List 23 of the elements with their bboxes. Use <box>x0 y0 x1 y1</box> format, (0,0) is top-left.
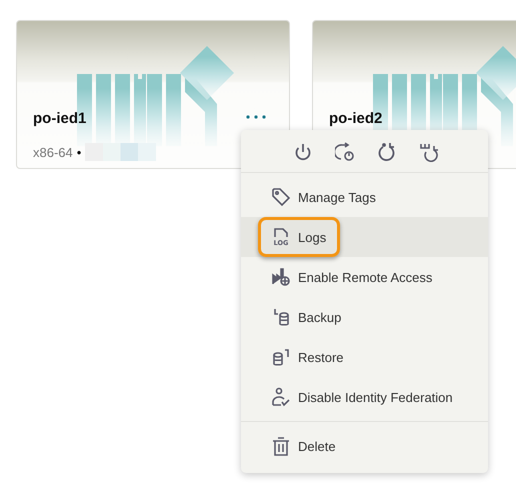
tag-icon <box>271 187 291 207</box>
menu-item[interactable]: Enable Remote Access <box>241 257 488 297</box>
factory-globe-icon <box>271 267 291 287</box>
restart-icon[interactable] <box>334 141 354 163</box>
separator-dot: • <box>76 144 82 160</box>
menu-item[interactable]: Manage Tags <box>241 177 488 217</box>
menu-item[interactable]: Disable Identity Federation <box>241 377 488 417</box>
more-options-icon[interactable] <box>245 114 267 120</box>
menu-item[interactable]: Backup <box>241 297 488 337</box>
redacted-address <box>85 143 156 161</box>
trash-icon <box>271 436 291 456</box>
device-name: po-ied1 <box>33 110 86 127</box>
menu-item[interactable]: Restore <box>241 337 488 377</box>
device-name: po-ied2 <box>329 110 382 127</box>
device-card[interactable]: po-ied1 x86-64 • <box>16 20 290 169</box>
restore-database-icon <box>271 347 291 367</box>
reset-icon[interactable] <box>418 141 438 163</box>
menu-item[interactable]: Delete <box>241 426 488 466</box>
reboot-icon[interactable] <box>376 141 396 163</box>
power-icon[interactable] <box>292 141 312 163</box>
backup-database-icon <box>271 307 291 327</box>
person-check-icon <box>271 387 291 407</box>
device-architecture: x86-64 <box>33 144 73 160</box>
